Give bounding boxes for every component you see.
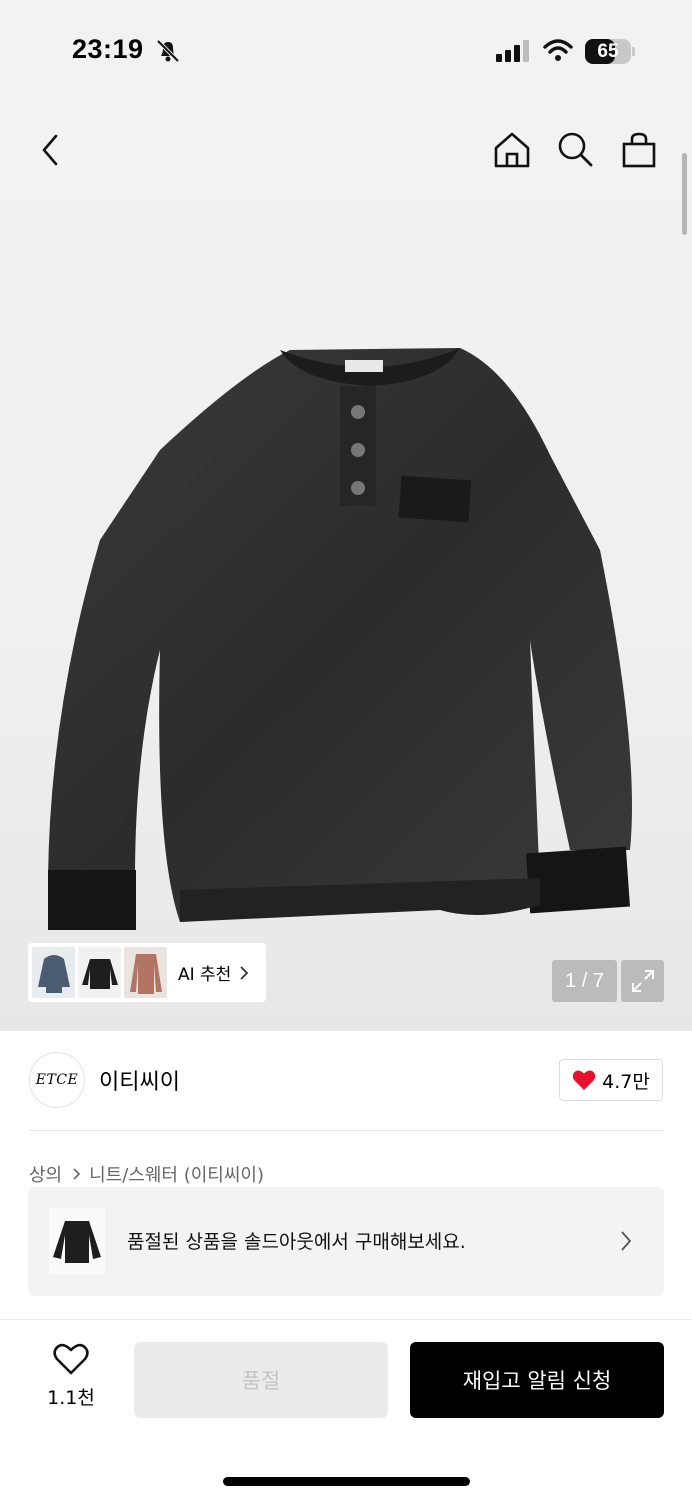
breadcrumb: 상의 니트/스웨터 (이티씨이)	[29, 1161, 264, 1187]
ai-recommend-thumbnail	[78, 947, 121, 998]
divider	[29, 1130, 664, 1131]
ai-recommend-label: AI 추천	[178, 965, 232, 985]
cellular-signal-icon	[496, 40, 529, 62]
brand-name[interactable]: 이티씨이	[99, 1064, 180, 1096]
search-button[interactable]	[551, 126, 599, 174]
scrollbar[interactable]	[682, 153, 687, 235]
shopping-bag-icon	[622, 132, 656, 168]
brand-like-button[interactable]: 4.7만	[559, 1059, 663, 1101]
home-indicator[interactable]	[223, 1477, 470, 1486]
battery-cap	[632, 47, 635, 56]
chevron-right-icon	[72, 1167, 81, 1181]
banner-product-thumbnail	[49, 1208, 105, 1274]
ai-recommend-thumbnail	[124, 947, 167, 998]
breadcrumb-category[interactable]: 상의	[29, 1161, 62, 1187]
shopping-bag-button[interactable]	[615, 126, 663, 174]
divider	[0, 1319, 692, 1320]
bell-slash-icon	[156, 39, 180, 63]
back-button[interactable]	[26, 126, 74, 174]
banner-text: 품절된 상품을 솔드아웃에서 구매해보세요.	[127, 1231, 466, 1253]
chevron-right-icon	[621, 1231, 632, 1251]
status-time: 23:19	[72, 34, 144, 64]
battery-indicator: 65	[585, 39, 631, 64]
battery-level: 65	[597, 41, 619, 62]
chevron-right-icon	[240, 965, 249, 980]
restock-alert-button[interactable]: 재입고 알림 신청	[410, 1342, 664, 1418]
ai-recommend-card[interactable]: AI 추천	[28, 943, 266, 1002]
chevron-left-icon	[42, 134, 58, 166]
heart-outline-icon	[53, 1343, 89, 1375]
brand-like-count: 4.7만	[602, 1070, 650, 1093]
soldout-button: 품절	[134, 1342, 388, 1418]
wishlist-count: 1.1천	[47, 1387, 95, 1409]
brand-logo[interactable]: ETCE	[29, 1052, 85, 1108]
search-icon	[558, 132, 593, 167]
soldout-marketplace-banner[interactable]: 품절된 상품을 솔드아웃에서 구매해보세요.	[28, 1187, 664, 1296]
product-image-gallery[interactable]: AI 추천 1 / 7	[0, 0, 692, 1031]
ai-recommend-thumbnail	[32, 947, 75, 998]
product-image	[48, 348, 632, 930]
heart-filled-icon	[572, 1070, 596, 1090]
breadcrumb-subcategory[interactable]: 니트/스웨터 (이티씨이)	[89, 1161, 264, 1187]
expand-button[interactable]	[621, 960, 664, 1002]
expand-icon	[631, 970, 654, 992]
wifi-icon	[543, 39, 573, 61]
home-icon	[494, 132, 530, 168]
brand-logo-text: ETCE	[35, 1072, 79, 1088]
wishlist-button[interactable]: 1.1천	[40, 1343, 102, 1415]
home-button[interactable]	[488, 126, 536, 174]
status-bar: 23:19 65	[0, 0, 692, 100]
image-counter: 1 / 7	[552, 960, 617, 1002]
